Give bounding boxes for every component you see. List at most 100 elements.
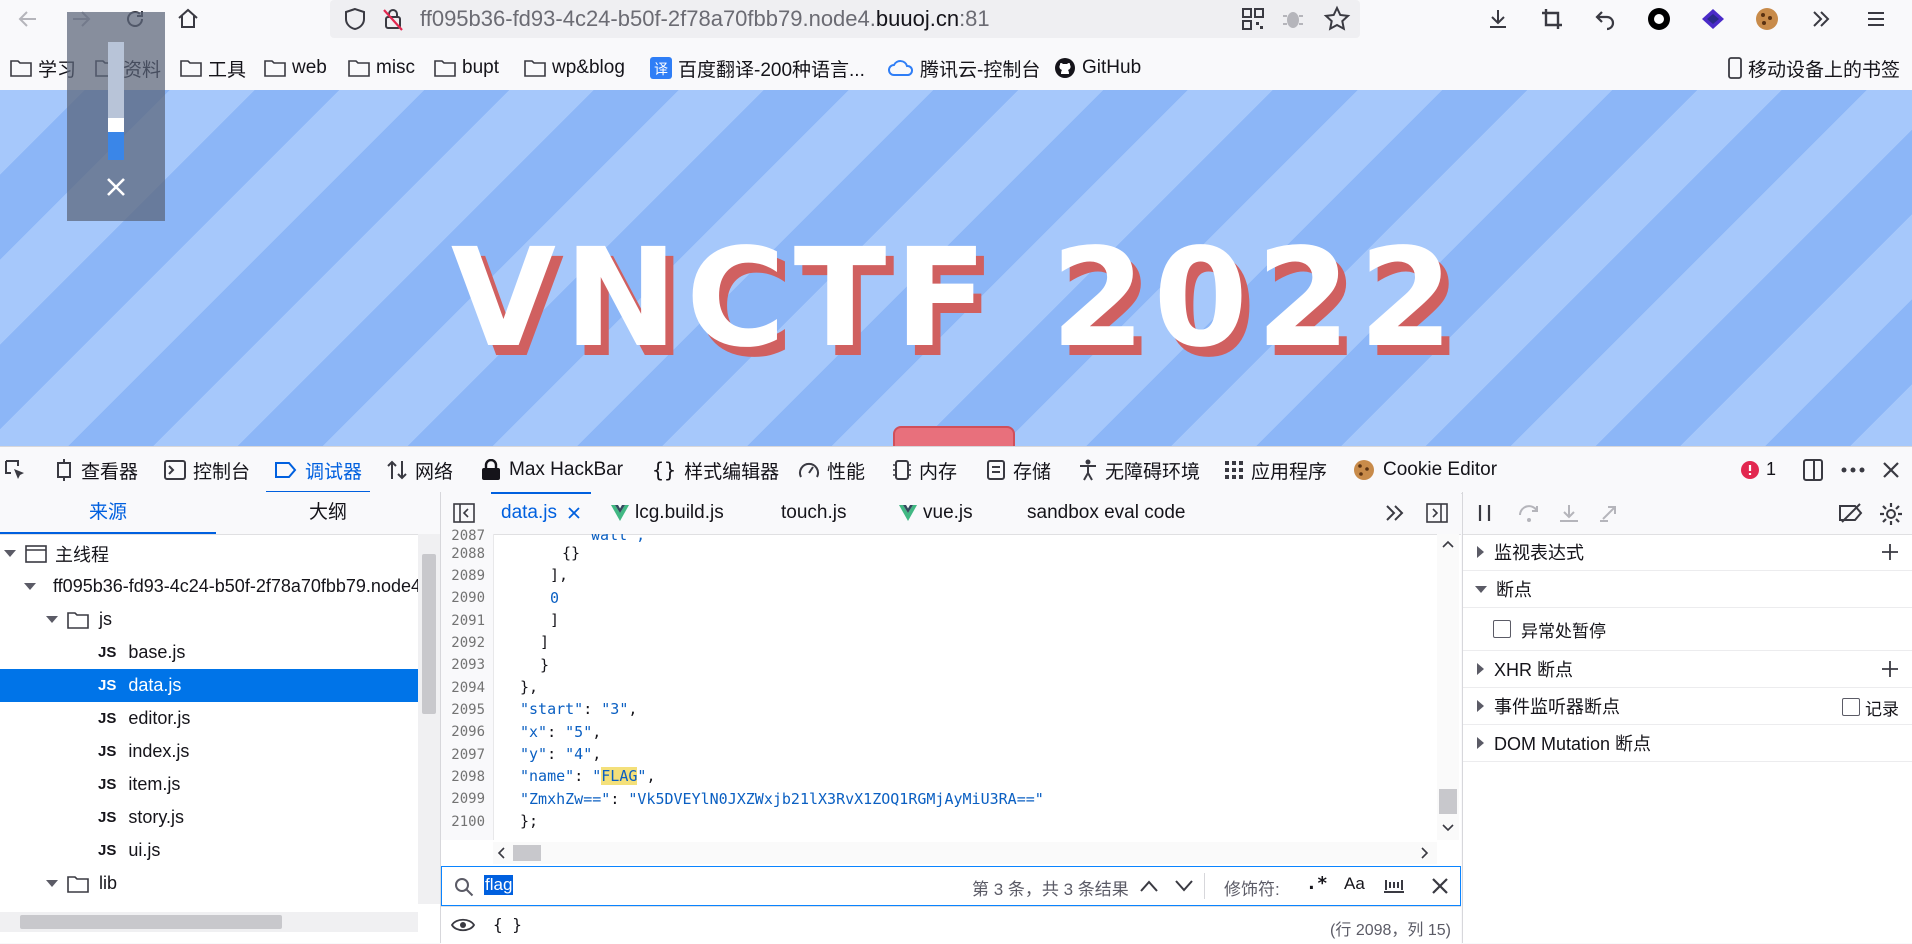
pause-icon[interactable] bbox=[1477, 503, 1493, 523]
overflow-button[interactable] bbox=[1805, 3, 1837, 35]
tree-file-selected[interactable]: JS data.js bbox=[0, 669, 418, 702]
scrollbar-thumb[interactable] bbox=[1439, 789, 1457, 814]
tab-touch-js[interactable]: touch.js bbox=[781, 492, 846, 534]
line-number-gutter[interactable]: 2087 2088 2089 2090 2091 2092 2093 2094 … bbox=[441, 528, 494, 840]
bookmark-folder[interactable]: bupt bbox=[434, 54, 499, 82]
scrollbar-thumb[interactable] bbox=[422, 554, 436, 714]
step-over-icon[interactable] bbox=[1517, 503, 1541, 523]
element-picker-icon[interactable] bbox=[4, 459, 28, 483]
scrollbar-thumb[interactable] bbox=[513, 845, 541, 861]
scroll-right-icon[interactable] bbox=[1421, 847, 1429, 859]
tab-sandbox-eval[interactable]: sandbox eval code bbox=[1027, 492, 1185, 534]
more-options-icon[interactable] bbox=[1840, 459, 1866, 481]
tab-cookie-editor[interactable]: Cookie Editor bbox=[1352, 447, 1497, 493]
bookmark-folder[interactable]: web bbox=[264, 54, 327, 82]
tree-file[interactable]: JS base.js bbox=[0, 636, 418, 669]
add-icon[interactable] bbox=[1881, 660, 1899, 678]
tab-outline[interactable]: 大纲 bbox=[216, 492, 440, 534]
page-start-button[interactable] bbox=[893, 426, 1015, 446]
back-button[interactable] bbox=[12, 3, 44, 35]
slider-thumb[interactable] bbox=[108, 118, 124, 132]
dom-mutation-breakpoints-section[interactable]: DOM Mutation 断点 bbox=[1463, 725, 1912, 762]
pause-exceptions-checkbox[interactable] bbox=[1493, 620, 1511, 638]
shield-icon[interactable] bbox=[342, 6, 368, 32]
undo-button[interactable] bbox=[1589, 3, 1621, 35]
bookmark-folder[interactable]: wp&blog bbox=[524, 54, 625, 82]
tree-folder-lib[interactable]: lib bbox=[0, 867, 418, 900]
tab-max-hackbar[interactable]: Max HackBar bbox=[480, 447, 623, 493]
settings-gear-icon[interactable] bbox=[1879, 502, 1903, 526]
screenshot-button[interactable] bbox=[1536, 3, 1568, 35]
cookie-extension-button[interactable] bbox=[1751, 3, 1783, 35]
url-text[interactable]: ff095b36-fd93-4c24-b50f-2f78a70fbb79.nod… bbox=[420, 6, 990, 32]
deactivate-breakpoints-icon[interactable] bbox=[1838, 502, 1864, 524]
previous-result-icon[interactable] bbox=[1139, 879, 1159, 893]
menu-button[interactable] bbox=[1860, 3, 1892, 35]
error-count-badge[interactable]: 1 bbox=[1740, 459, 1776, 480]
editor-horizontal-scrollbar[interactable] bbox=[493, 842, 1437, 864]
watch-expressions-section[interactable]: 监视表达式 bbox=[1463, 534, 1912, 571]
insecure-lock-icon[interactable] bbox=[380, 6, 406, 32]
tab-performance[interactable]: 性能 bbox=[798, 447, 865, 493]
toggle-debugger-pane-icon[interactable] bbox=[1426, 503, 1448, 523]
tab-accessibility[interactable]: 无障碍环境 bbox=[1078, 447, 1200, 493]
tab-data-js[interactable]: data.js bbox=[491, 492, 591, 534]
pretty-print-button[interactable]: { } bbox=[493, 915, 522, 934]
dock-side-icon[interactable] bbox=[1802, 458, 1824, 482]
code-area[interactable]: "wall", {} ], 0 ] ] } }, "start": "3", "… bbox=[494, 534, 1406, 840]
step-in-icon[interactable] bbox=[1557, 503, 1581, 523]
horizontal-scrollbar[interactable] bbox=[0, 912, 418, 932]
tree-file[interactable]: JS story.js bbox=[0, 801, 418, 834]
close-icon[interactable] bbox=[103, 174, 129, 200]
scroll-left-icon[interactable] bbox=[497, 847, 505, 859]
tab-console[interactable]: 控制台 bbox=[164, 447, 250, 493]
extension-ring-button[interactable] bbox=[1643, 3, 1675, 35]
log-events-checkbox[interactable] bbox=[1842, 698, 1860, 716]
more-tabs-chevron-icon[interactable] bbox=[1383, 502, 1407, 524]
bookmark-baidu-translate[interactable]: 译百度翻译-200种语言... bbox=[650, 54, 865, 82]
tab-application[interactable]: 应用程序 bbox=[1224, 447, 1327, 493]
tab-lcg-build-js[interactable]: lcg.build.js bbox=[611, 492, 724, 534]
editor-vertical-scrollbar[interactable] bbox=[1437, 534, 1459, 840]
tree-file[interactable]: JS editor.js bbox=[0, 702, 418, 735]
close-devtools-icon[interactable] bbox=[1880, 459, 1902, 481]
scroll-up-icon[interactable] bbox=[1442, 540, 1454, 548]
eye-icon[interactable] bbox=[451, 917, 475, 933]
tab-style-editor[interactable]: {} 样式编辑器 bbox=[652, 447, 779, 493]
step-out-icon[interactable] bbox=[1597, 503, 1621, 523]
tab-storage[interactable]: 存储 bbox=[986, 447, 1051, 493]
tab-memory[interactable]: 内存 bbox=[892, 447, 957, 493]
extension-layers-button[interactable] bbox=[1697, 3, 1729, 35]
event-listener-breakpoints-section[interactable]: 事件监听器断点 记录 bbox=[1463, 688, 1912, 725]
tab-sources[interactable]: 来源 bbox=[0, 492, 216, 534]
tab-vue-js[interactable]: vue.js bbox=[899, 492, 973, 534]
next-result-icon[interactable] bbox=[1174, 879, 1194, 893]
bookmark-github[interactable]: GitHub bbox=[1054, 54, 1141, 82]
address-bar[interactable]: ff095b36-fd93-4c24-b50f-2f78a70fbb79.nod… bbox=[330, 0, 1360, 38]
scrollbar-thumb[interactable] bbox=[20, 915, 282, 929]
bug-icon[interactable] bbox=[1280, 6, 1306, 32]
regex-toggle-icon[interactable]: .* bbox=[1306, 873, 1328, 894]
bookmark-folder[interactable]: 工具 bbox=[180, 54, 246, 82]
xhr-breakpoints-section[interactable]: XHR 断点 bbox=[1463, 651, 1912, 688]
tab-inspector[interactable]: 查看器 bbox=[54, 447, 138, 493]
star-bookmark-icon[interactable] bbox=[1323, 5, 1351, 33]
close-search-icon[interactable] bbox=[1430, 876, 1450, 896]
downloads-button[interactable] bbox=[1482, 3, 1514, 35]
home-button[interactable] bbox=[172, 3, 204, 35]
toggle-sidebar-icon[interactable] bbox=[453, 503, 475, 523]
vertical-scrollbar[interactable] bbox=[418, 534, 440, 904]
add-icon[interactable] bbox=[1881, 543, 1899, 561]
search-input[interactable]: flag bbox=[484, 875, 514, 895]
tab-debugger[interactable]: 调试器 bbox=[265, 447, 371, 494]
scroll-down-icon[interactable] bbox=[1442, 824, 1454, 832]
mobile-bookmarks[interactable]: 移动设备上的书签 bbox=[1728, 54, 1900, 82]
case-sensitive-icon[interactable]: Aa bbox=[1344, 874, 1365, 894]
tree-file[interactable]: JS ui.js bbox=[0, 834, 418, 867]
breakpoints-section[interactable]: 断点 bbox=[1463, 571, 1912, 608]
bookmark-folder[interactable]: misc bbox=[348, 54, 415, 82]
qr-code-icon[interactable] bbox=[1240, 6, 1266, 32]
tree-file[interactable]: JS item.js bbox=[0, 768, 418, 801]
tree-file[interactable]: JS index.js bbox=[0, 735, 418, 768]
tab-network[interactable]: 网络 bbox=[386, 447, 453, 493]
